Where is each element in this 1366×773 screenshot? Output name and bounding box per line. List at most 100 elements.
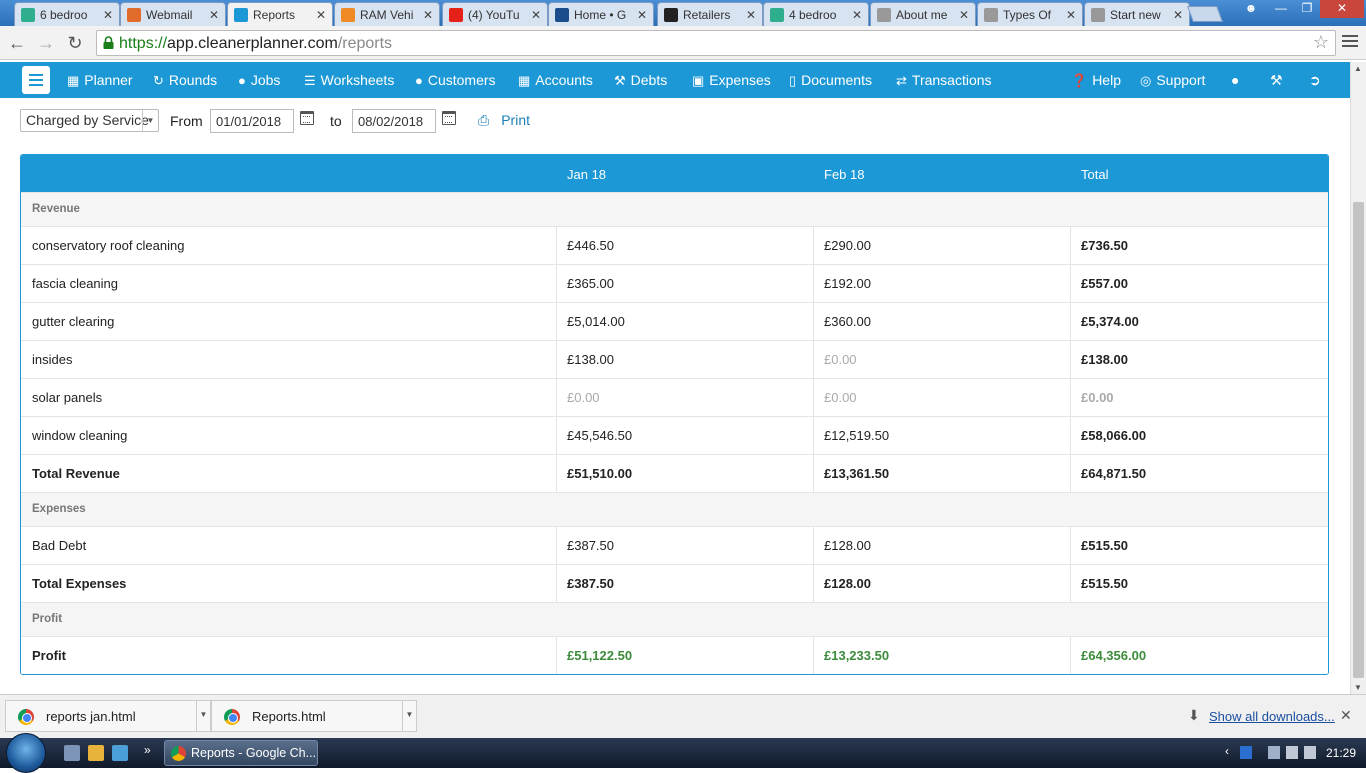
tray-expand-icon[interactable]: ‹ (1225, 744, 1229, 758)
hamburger-menu-button[interactable] (22, 66, 50, 94)
browser-tab[interactable]: Start new ✕ (1084, 2, 1190, 26)
restore-button[interactable]: ❐ (1294, 0, 1320, 18)
nav-debts[interactable]: ⚒ Debts (614, 62, 667, 98)
logout-icon[interactable]: ➲ (1309, 62, 1321, 98)
close-tab-icon[interactable]: ✕ (531, 8, 541, 22)
jan-value: £138.00 (567, 352, 614, 367)
chevron-down-icon[interactable]: ▼ (196, 701, 210, 731)
nav-planner-label: Planner (84, 72, 133, 88)
volume-tray-icon[interactable] (1304, 746, 1316, 759)
browser-tab[interactable]: Retailers ✕ (657, 2, 763, 26)
report-filters: Charged by Service ▼ From 01/01/2018 to … (0, 98, 1350, 148)
tab-title: Webmail (146, 7, 193, 22)
address-bar[interactable]: https://app.cleanerplanner.com/reports ☆ (96, 30, 1336, 56)
user-account-icon[interactable]: ● (1231, 62, 1239, 98)
show-desktop-icon[interactable] (64, 745, 80, 761)
start-button[interactable] (6, 733, 46, 773)
nav-rounds-label: Rounds (168, 72, 218, 88)
media-player-icon[interactable] (88, 745, 104, 761)
close-tab-icon[interactable]: ✕ (852, 8, 862, 22)
close-tab-icon[interactable]: ✕ (1066, 8, 1076, 22)
scrollbar-thumb[interactable] (1353, 202, 1364, 678)
close-tab-icon[interactable]: ✕ (1173, 8, 1183, 22)
close-icon[interactable]: ✕ (1340, 707, 1352, 724)
nav-accounts[interactable]: ▦ Accounts (518, 62, 593, 98)
from-calendar-icon[interactable] (300, 111, 314, 125)
bookmark-star-icon[interactable]: ☆ (1313, 32, 1329, 53)
user-profile-icon[interactable]: ☻ (1238, 0, 1264, 18)
page-scrollbar[interactable]: ▲ ▼ (1350, 62, 1366, 694)
nav-worksheets[interactable]: ☰ Worksheets (304, 62, 394, 98)
close-tab-icon[interactable]: ✕ (746, 8, 756, 22)
total-expenses-row: Total Expenses £387.50 £128.00 £515.50 (21, 564, 1328, 602)
nav-accounts-label: Accounts (535, 72, 593, 88)
total-value: £515.50 (1081, 576, 1128, 591)
nav-help[interactable]: ❓ Help (1071, 62, 1121, 98)
browser-tab[interactable]: Types Of ✕ (977, 2, 1083, 26)
browser-tab[interactable]: 4 bedroo ✕ (763, 2, 869, 26)
nav-customers[interactable]: ● Customers (415, 62, 496, 98)
network-tray-icon[interactable] (1286, 746, 1298, 759)
new-tab-button[interactable] (1187, 6, 1223, 22)
nav-rounds[interactable]: ↻ Rounds (153, 62, 217, 98)
battery-tray-icon[interactable] (1268, 746, 1280, 759)
chrome-menu-icon[interactable] (1342, 32, 1358, 50)
clock[interactable]: 21:29 (1326, 746, 1356, 760)
feb-value: £12,519.50 (824, 428, 890, 443)
close-tab-icon[interactable]: ✕ (209, 8, 219, 22)
nav-jobs[interactable]: ● Jobs (238, 62, 280, 98)
nav-expenses[interactable]: ▣ Expenses (692, 62, 771, 98)
nav-transactions[interactable]: ⇄ Transactions (896, 62, 992, 98)
from-date-input[interactable]: 01/01/2018 (210, 109, 294, 133)
reload-icon[interactable]: ↻ (64, 32, 86, 54)
report-header-row: Jan 18 Feb 18 Total (21, 155, 1328, 192)
browser-tab[interactable]: Webmail ✕ (120, 2, 226, 26)
nav-documents[interactable]: ▯ Documents (789, 62, 872, 98)
close-tab-icon[interactable]: ✕ (103, 8, 113, 22)
browser-tab[interactable]: Reports ✕ (227, 2, 333, 26)
row-name: insides (32, 352, 73, 367)
browser-tab[interactable]: (4) YouTu ✕ (442, 2, 548, 26)
close-tab-icon[interactable]: ✕ (959, 8, 969, 22)
to-calendar-icon[interactable] (442, 111, 456, 125)
taskbar-task-chrome[interactable]: Reports - Google Ch... (164, 740, 318, 766)
forward-icon[interactable]: → (35, 32, 57, 54)
total-value: £736.50 (1081, 238, 1128, 253)
to-date-input[interactable]: 08/02/2018 (352, 109, 436, 133)
minimize-button[interactable]: — (1268, 0, 1294, 18)
download-item[interactable]: Reports.html ▼ (211, 700, 417, 732)
antivirus-tray-icon[interactable] (1240, 746, 1252, 759)
back-icon[interactable]: ← (6, 32, 28, 54)
tab-title: (4) YouTu (468, 7, 520, 22)
browser-tab[interactable]: RAM Vehi ✕ (334, 2, 440, 26)
tool-icon[interactable] (112, 745, 128, 761)
print-button[interactable]: ⎙ Print (478, 112, 530, 129)
scroll-down-icon[interactable]: ▼ (1354, 683, 1362, 692)
file-icon: ▯ (789, 73, 797, 88)
refresh-icon: ↻ (153, 73, 164, 88)
chevron-down-icon: ▼ (142, 110, 158, 131)
close-tab-icon[interactable]: ✕ (316, 8, 326, 22)
close-window-button[interactable]: ✕ (1320, 0, 1364, 18)
jan-value: £446.50 (567, 238, 614, 253)
browser-tab[interactable]: 6 bedroo ✕ (14, 2, 120, 26)
favicon-icon (1091, 7, 1105, 22)
nav-planner[interactable]: ▦ Planner (67, 62, 133, 98)
print-label: Print (501, 112, 530, 128)
charged-by-select[interactable]: Charged by Service ▼ (20, 109, 159, 132)
close-tab-icon[interactable]: ✕ (637, 8, 647, 22)
show-all-downloads-link[interactable]: Show all downloads... (1209, 709, 1335, 724)
nav-support[interactable]: ◎ Support (1140, 62, 1205, 98)
total-value: £64,871.50 (1081, 466, 1147, 481)
browser-tab[interactable]: Home • G ✕ (548, 2, 654, 26)
chevron-down-icon[interactable]: ▼ (402, 701, 416, 731)
wrench-icon[interactable]: ⚒ (1270, 62, 1283, 98)
close-tab-icon[interactable]: ✕ (423, 8, 433, 22)
scroll-up-icon[interactable]: ▲ (1354, 64, 1362, 73)
feb-value: £360.00 (824, 314, 871, 329)
download-item[interactable]: reports jan.html ▼ (5, 700, 211, 732)
browser-tab[interactable]: About me ✕ (870, 2, 976, 26)
overflow-chevron-icon[interactable]: » (144, 743, 151, 757)
tab-title: RAM Vehi (360, 7, 414, 22)
row-name: Total Revenue (32, 466, 120, 481)
